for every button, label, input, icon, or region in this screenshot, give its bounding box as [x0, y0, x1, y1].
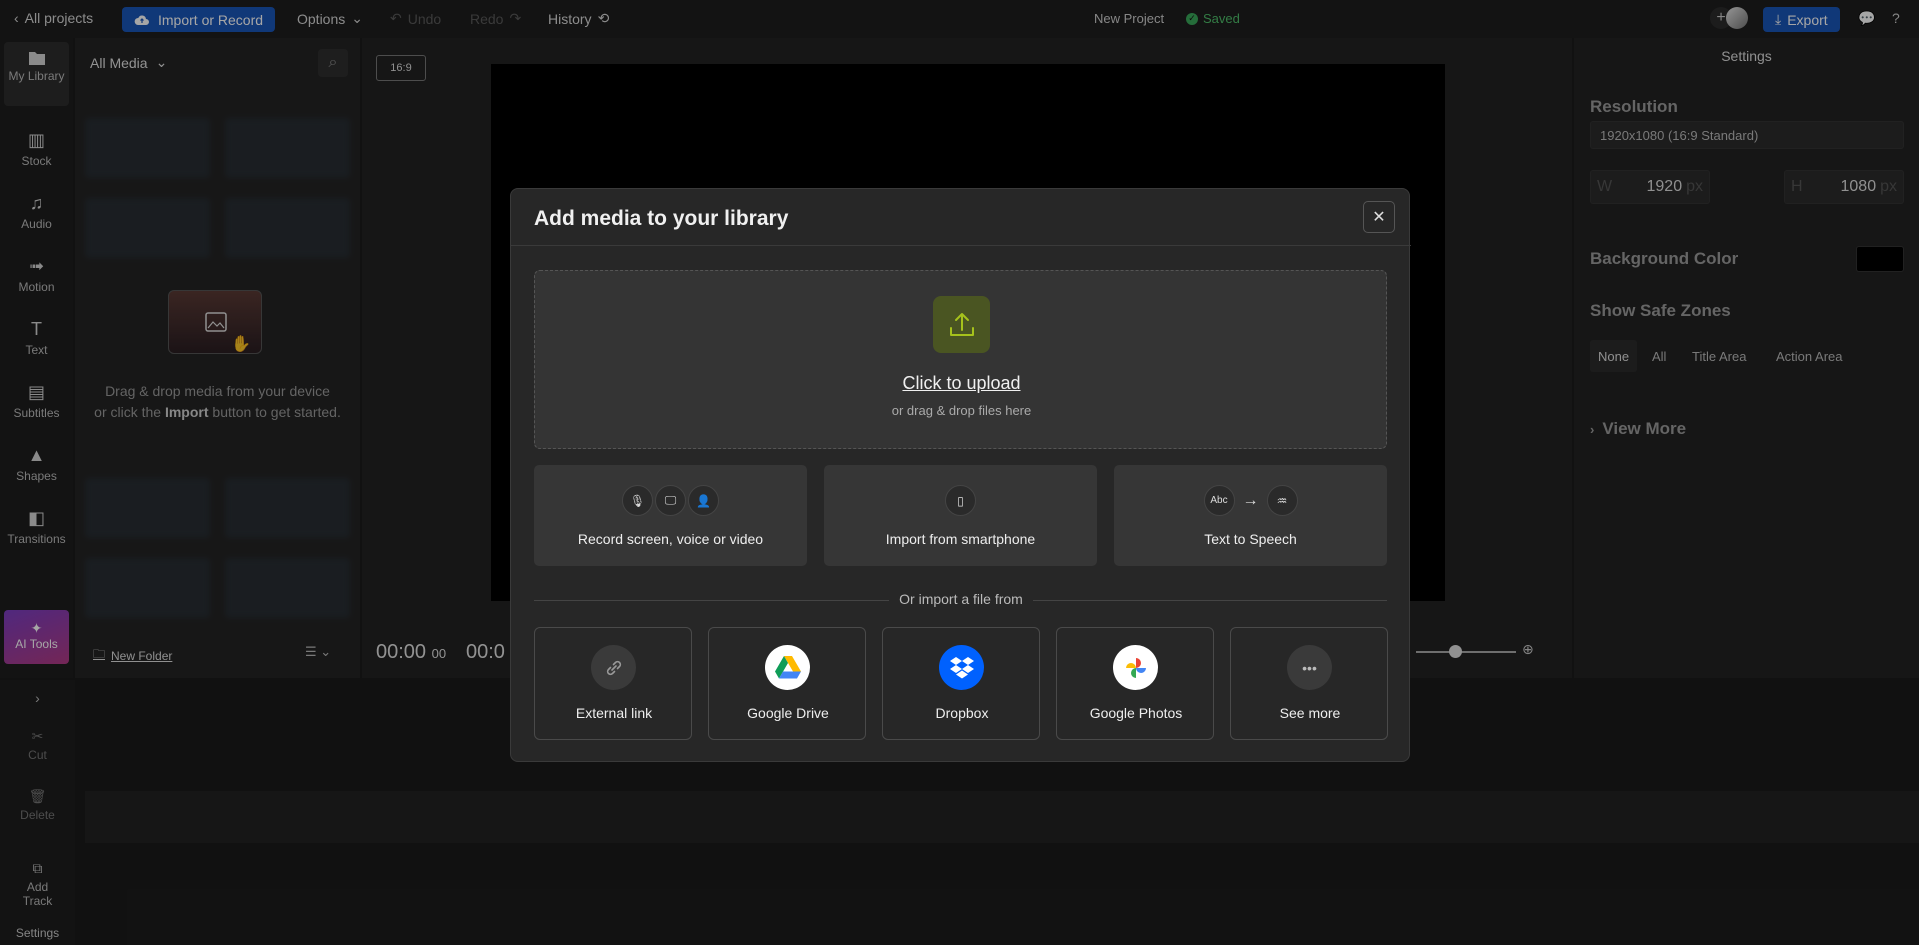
google-photos-icon [1113, 645, 1158, 690]
dropbox-icon [939, 645, 984, 690]
upload-subtext: or drag & drop files here [891, 403, 1032, 418]
see-more-card[interactable]: ••• See more [1230, 627, 1388, 740]
add-media-modal: Add media to your library ✕ Click to upl… [510, 188, 1411, 762]
user-icon: 👤 [688, 485, 719, 516]
dropbox-card[interactable]: Dropbox [882, 627, 1040, 740]
text-to-speech-option-card[interactable]: Abc → ♒ Text to Speech [1114, 465, 1387, 566]
modal-title: Add media to your library [534, 207, 789, 230]
smartphone-icons: ▯ [824, 485, 1097, 516]
upload-icon-box [933, 296, 990, 353]
record-option-card[interactable]: 🎙 🖵 👤 Record screen, voice or video [534, 465, 807, 566]
monitor-icon: 🖵 [655, 485, 686, 516]
close-button[interactable]: ✕ [1363, 201, 1395, 233]
sound-wave-icon: ♒ [1266, 485, 1298, 516]
arrow-right-icon: → [1242, 491, 1259, 509]
google-drive-card[interactable]: Google Drive [708, 627, 866, 740]
upload-dropzone[interactable]: Click to upload or drag & drop files her… [534, 270, 1387, 449]
google-photos-card[interactable]: Google Photos [1056, 627, 1214, 740]
smartphone-icon: ▯ [945, 485, 976, 516]
upload-icon [949, 312, 974, 336]
link-icon [591, 645, 636, 690]
more-dots-icon: ••• [1287, 645, 1332, 690]
microphone-icon: 🎙 [622, 485, 653, 516]
modal-divider [511, 245, 1411, 246]
external-link-card[interactable]: External link [534, 627, 692, 740]
google-drive-icon [765, 645, 810, 690]
close-icon: ✕ [1372, 209, 1386, 226]
or-import-text: Or import a file from [511, 591, 1411, 607]
record-icons: 🎙 🖵 👤 [534, 485, 807, 516]
click-to-upload-link[interactable]: Click to upload [535, 373, 1388, 394]
text-abc-icon: Abc [1203, 485, 1235, 516]
tts-icons: Abc → ♒ [1114, 485, 1387, 516]
smartphone-option-card[interactable]: ▯ Import from smartphone [824, 465, 1097, 566]
